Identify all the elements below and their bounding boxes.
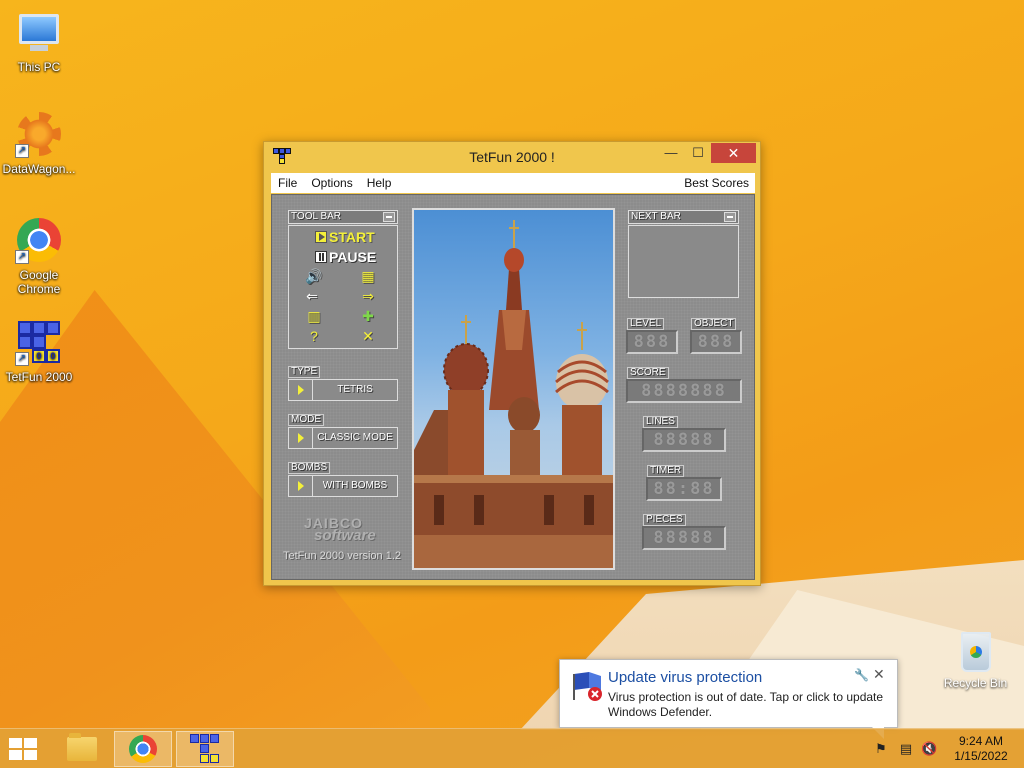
pause-icon	[315, 251, 327, 263]
game-area: TOOL BAR START PAUSE 🔊 ▦ ⇐ ⇒ ▥ ✚ ? ✕ TYP…	[271, 194, 755, 580]
score-display: 8888888	[626, 379, 742, 403]
folder-icon	[67, 733, 97, 761]
close-notification-icon[interactable]: ✕	[873, 666, 885, 683]
jaibco-logo: JAIBCO software	[304, 515, 376, 544]
mode-value: CLASSIC MODE	[317, 432, 393, 443]
pieces-display: 88888	[642, 526, 726, 550]
desktop-icon-recycle-bin[interactable]: Recycle Bin	[938, 632, 1013, 690]
bombs-value: WITH BOMBS	[322, 480, 388, 491]
exit-icon[interactable]: ✕	[357, 328, 379, 344]
next-piece-panel	[628, 225, 739, 298]
menu-bar: File Options Help Best Scores	[271, 173, 755, 193]
defender-notification[interactable]: Update virus protection Virus protection…	[559, 659, 898, 739]
shortcut-arrow-icon: ↗	[15, 250, 29, 264]
bombs-label: BOMBS	[288, 462, 331, 474]
start-button-windows[interactable]	[9, 738, 38, 760]
menu-help[interactable]: Help	[360, 176, 399, 190]
chrome-icon: ↗	[15, 216, 63, 264]
close-button[interactable]: ✕	[711, 143, 756, 163]
blocks-icon[interactable]: ▦	[357, 268, 379, 284]
taskbar: ⚑ ▤ 🔇 9:24 AM 1/15/2022	[0, 728, 1024, 768]
sound-icon[interactable]: 🔊	[303, 268, 325, 284]
menu-file[interactable]: File	[271, 176, 304, 190]
desktop-icon-label: Google Chrome	[17, 268, 61, 296]
mode-label: MODE	[288, 414, 324, 426]
network-icon[interactable]: ▤	[898, 741, 914, 757]
timer-display: 88:88	[646, 477, 722, 501]
type-label: TYPE	[288, 366, 321, 378]
game-board-picture	[412, 208, 615, 570]
start-button[interactable]: START	[315, 229, 375, 245]
level-display: 888	[626, 330, 678, 354]
computer-icon	[15, 8, 63, 56]
desktop-icon-this-pc[interactable]: This PC	[0, 8, 78, 74]
toolbar-title: TOOL BAR	[288, 210, 398, 224]
help-icon[interactable]: ?	[303, 328, 325, 344]
notification-body: Virus protection is out of date. Tap or …	[608, 690, 884, 719]
settings-icon[interactable]: ✚	[357, 308, 379, 324]
arrow-right-icon[interactable]	[289, 380, 313, 400]
action-center-flag-icon[interactable]: ⚑	[873, 741, 889, 757]
pause-button[interactable]: PAUSE	[315, 249, 376, 265]
score-label: SCORE	[627, 367, 669, 379]
desktop-icon-label: DataWagon...	[2, 162, 76, 176]
type-value: TETRIS	[337, 384, 373, 395]
desktop-icon-label: This PC	[17, 60, 61, 74]
shortcut-arrow-icon: ↗	[15, 352, 29, 366]
timer-label: TIMER	[647, 465, 685, 477]
cathedral-image	[414, 220, 613, 568]
clock-date: 1/15/2022	[954, 749, 1008, 763]
object-label: OBJECT	[691, 318, 737, 330]
lines-display: 88888	[642, 428, 726, 452]
desktop-icon-tetfun[interactable]: 00 ↗ TetFun 2000	[0, 318, 78, 384]
type-selector[interactable]: TETRIS	[288, 379, 398, 401]
mode-selector[interactable]: CLASSIC MODE	[288, 427, 398, 449]
level-label: LEVEL	[627, 318, 665, 330]
object-display: 888	[690, 330, 742, 354]
menu-options[interactable]: Options	[304, 176, 359, 190]
maximize-button[interactable]: ☐	[684, 143, 712, 163]
window-titlebar[interactable]: TetFun 2000 ! — ☐ ✕	[264, 142, 760, 172]
taskbar-tetfun[interactable]	[176, 731, 234, 767]
chrome-icon	[129, 735, 157, 763]
play-icon	[315, 231, 327, 243]
menu-best-scores[interactable]: Best Scores	[677, 176, 755, 190]
nextbar-title: NEXT BAR	[628, 210, 739, 224]
desktop-icon-datawagon[interactable]: ↗ DataWagon...	[0, 110, 78, 176]
toolbar-panel: START PAUSE 🔊 ▦ ⇐ ⇒ ▥ ✚ ? ✕	[288, 225, 398, 349]
arrow-right-icon[interactable]	[289, 428, 313, 448]
settings-wrench-icon[interactable]: 🔧	[854, 668, 869, 682]
tetfun-icon	[190, 734, 220, 764]
desktop-icon-label: TetFun 2000	[5, 370, 73, 384]
desktop-icon-label: Recycle Bin	[943, 676, 1008, 690]
arrow-right-icon[interactable]	[289, 476, 313, 496]
taskbar-file-explorer[interactable]	[53, 731, 111, 767]
version-text: TetFun 2000 version 1.2	[283, 550, 402, 562]
collapse-icon[interactable]	[383, 212, 395, 222]
volume-muted-icon[interactable]: 🔇	[921, 741, 937, 757]
collapse-icon[interactable]	[724, 212, 736, 222]
lines-label: LINES	[643, 416, 678, 428]
bombs-selector[interactable]: WITH BOMBS	[288, 475, 398, 497]
shortcut-arrow-icon: ↗	[15, 144, 29, 158]
system-clock[interactable]: 9:24 AM 1/15/2022	[946, 734, 1016, 764]
defender-warning-icon	[573, 672, 602, 701]
taskbar-chrome[interactable]	[114, 731, 172, 767]
datawagon-icon: ↗	[15, 110, 63, 158]
desktop-icon-google-chrome[interactable]: ↗ Google Chrome	[0, 216, 78, 296]
pieces-label: PIECES	[643, 514, 686, 526]
load-game-icon[interactable]: ⇐	[301, 288, 323, 304]
minimize-button[interactable]: —	[657, 143, 685, 163]
save-game-icon[interactable]: ⇒	[357, 288, 379, 304]
tetfun-icon: 00 ↗	[15, 318, 63, 366]
tetfun-window: TetFun 2000 ! — ☐ ✕ File Options Help Be…	[263, 141, 761, 586]
clock-time: 9:24 AM	[958, 734, 1004, 748]
notification-title: Update virus protection	[608, 669, 763, 686]
scores-icon[interactable]: ▥	[303, 308, 325, 324]
recycle-bin-icon	[960, 632, 991, 672]
